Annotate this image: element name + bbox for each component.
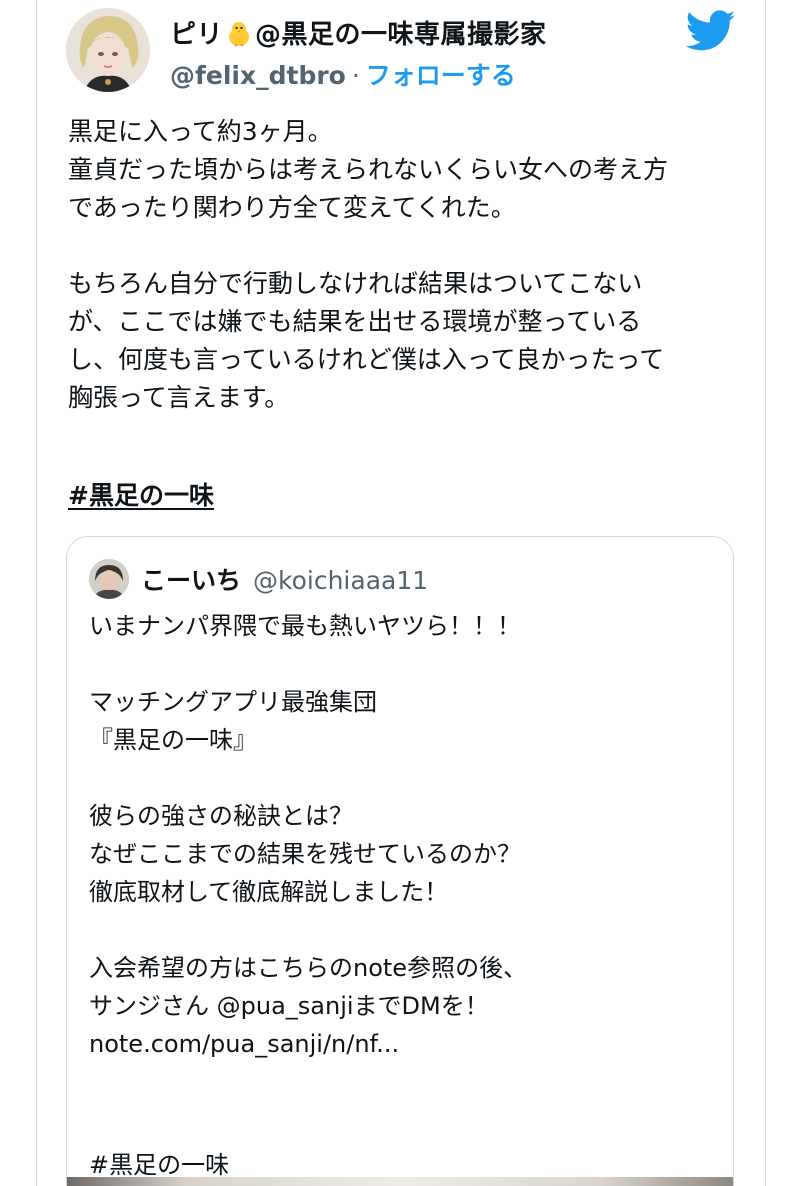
quoted-author: こーいち @koichiaaa11 <box>141 561 428 597</box>
quoted-handle: @koichiaaa11 <box>253 566 429 595</box>
quoted-avatar <box>89 559 129 599</box>
follow-link[interactable]: フォローする <box>366 61 516 90</box>
quoted-hashtag: #黒足の一味 <box>89 1151 230 1179</box>
author-display-name[interactable]: ピリ @黒足の一味専属撮影家 <box>170 14 547 51</box>
quoted-media-image[interactable] <box>67 1177 733 1186</box>
quoted-tweet[interactable]: こーいち @koichiaaa11 いまナンパ界隈で最も熱いヤツら！！！ マッチン… <box>66 536 734 1186</box>
quoted-text: いまナンパ界隈で最も熱いヤツら！！！ マッチングアプリ最強集団 『黒足の一味』 … <box>89 612 528 1058</box>
author-handle[interactable]: @felix_dtbro <box>170 61 346 90</box>
author-handle-row: @felix_dtbro · フォローする <box>170 56 516 92</box>
chick-emoji-icon <box>225 20 253 48</box>
author-avatar[interactable] <box>66 8 150 92</box>
author-name-suffix: @黒足の一味専属撮影家 <box>255 20 547 50</box>
quoted-name: こーいち <box>141 566 242 595</box>
separator-dot: · <box>351 61 360 90</box>
author-name-prefix: ピリ <box>170 20 224 50</box>
twitter-bird-icon[interactable] <box>685 10 736 52</box>
tweet-hashtag[interactable]: #黒足の一味 <box>68 476 214 512</box>
tweet-text: 黒足に入って約3ヶ月。 童貞だった頃からは考えられないくらい女への考え方 であっ… <box>68 117 669 412</box>
